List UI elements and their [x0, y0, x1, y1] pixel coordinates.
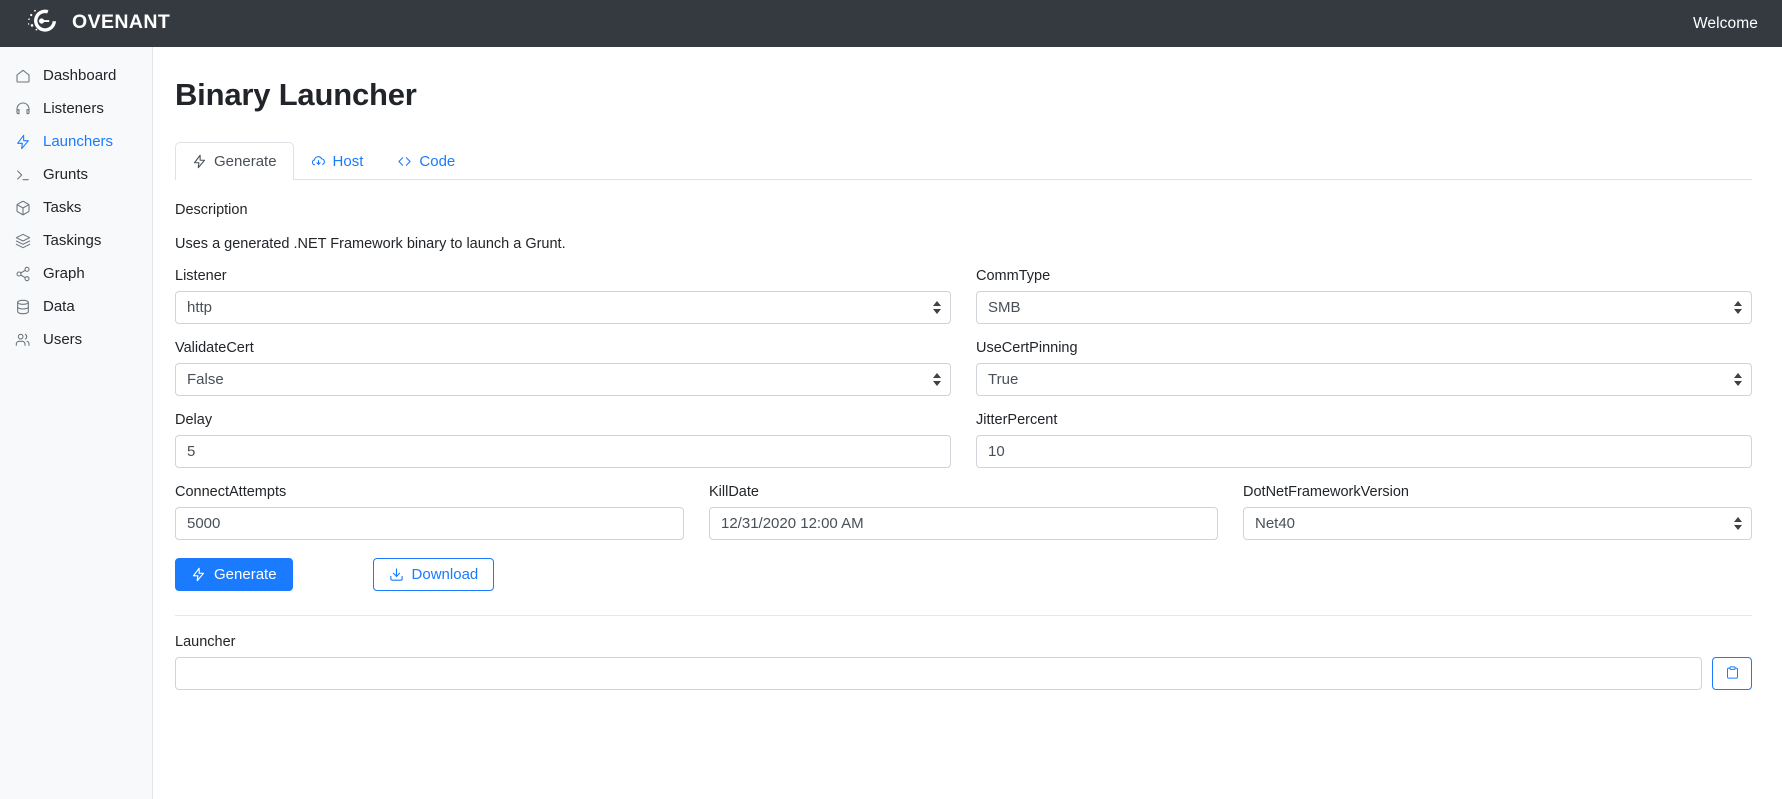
launcher-output-section: Launcher	[175, 634, 1752, 690]
users-icon	[14, 331, 31, 348]
sidebar-item-label: Users	[43, 331, 83, 348]
sidebar-item-dashboard[interactable]: Dashboard	[0, 59, 152, 92]
home-icon	[14, 67, 31, 84]
sidebar-item-label: Graph	[43, 265, 85, 282]
tab-generate[interactable]: Generate	[175, 142, 294, 180]
action-button-row: Generate Download	[175, 558, 1752, 591]
tab-label: Code	[419, 152, 456, 170]
zap-icon	[14, 133, 31, 150]
validatecert-select-wrap: False	[175, 363, 951, 396]
connectattempts-input[interactable]	[175, 507, 684, 540]
killdate-label: KillDate	[709, 484, 759, 500]
field-validatecert: ValidateCert False	[175, 340, 951, 396]
dotnetframeworkversion-select-wrap: Net40	[1243, 507, 1752, 540]
tab-code[interactable]: Code	[380, 142, 472, 180]
jitterpercent-input[interactable]	[976, 435, 1752, 468]
launcher-label: Launcher	[175, 634, 236, 650]
commtype-select-wrap: SMB	[976, 291, 1752, 324]
killdate-input[interactable]	[709, 507, 1218, 540]
download-button-label: Download	[411, 566, 479, 583]
main-content: Binary Launcher Generate Host Code Descr…	[153, 47, 1782, 799]
clipboard-icon	[1725, 665, 1740, 683]
top-navbar: OVENANT Welcome	[0, 0, 1782, 47]
form-row-listener-commtype: Listener http CommType SMB	[175, 268, 1752, 324]
page-title: Binary Launcher	[175, 77, 417, 112]
tab-host[interactable]: Host	[294, 142, 381, 180]
cloud-download-icon	[311, 154, 326, 169]
sidebar-item-taskings[interactable]: Taskings	[0, 224, 152, 257]
launcher-output-input[interactable]	[175, 657, 1702, 690]
field-listener: Listener http	[175, 268, 951, 324]
tab-label: Generate	[214, 152, 277, 170]
sidebar-item-launchers[interactable]: Launchers	[0, 125, 152, 158]
commtype-label: CommType	[976, 268, 1051, 284]
generate-button[interactable]: Generate	[175, 558, 293, 591]
form-row-delay-jitter: Delay JitterPercent	[175, 412, 1752, 468]
sidebar-item-label: Grunts	[43, 166, 89, 183]
dotnetframeworkversion-label: DotNetFrameworkVersion	[1243, 484, 1409, 500]
listener-select-wrap: http	[175, 291, 951, 324]
field-dotnetframeworkversion: DotNetFrameworkVersion Net40	[1243, 484, 1752, 540]
database-icon	[14, 298, 31, 315]
terminal-icon	[14, 166, 31, 183]
commtype-select[interactable]: SMB	[976, 291, 1752, 324]
sidebar-item-tasks[interactable]: Tasks	[0, 191, 152, 224]
headphones-icon	[14, 100, 31, 117]
sidebar-item-grunts[interactable]: Grunts	[0, 158, 152, 191]
svg-text:OVENANT: OVENANT	[72, 11, 170, 33]
delay-label: Delay	[175, 412, 213, 428]
layers-icon	[14, 232, 31, 249]
usecertpinning-select-wrap: True	[976, 363, 1752, 396]
validatecert-select[interactable]: False	[175, 363, 951, 396]
covenant-app-window: OVENANT Welcome Dashboard Listeners Laun…	[0, 0, 1782, 799]
description-label: Description	[175, 202, 248, 218]
launcher-input-row	[175, 657, 1752, 690]
validatecert-label: ValidateCert	[175, 340, 254, 356]
sidebar-item-label: Tasks	[43, 199, 82, 216]
code-icon	[397, 154, 412, 169]
sidebar-item-label: Taskings	[43, 232, 102, 249]
sidebar-item-label: Launchers	[43, 133, 114, 150]
sidebar-item-listeners[interactable]: Listeners	[0, 92, 152, 125]
delay-input[interactable]	[175, 435, 951, 468]
launcher-tabs: Generate Host Code	[175, 141, 1752, 180]
brand-logo-link[interactable]: OVENANT	[26, 6, 186, 41]
sidebar-item-label: Listeners	[43, 100, 104, 117]
covenant-logo-icon: OVENANT	[26, 6, 186, 41]
navbar-welcome-text: Welcome	[1692, 14, 1758, 32]
field-jitterpercent: JitterPercent	[976, 412, 1752, 468]
field-usecertpinning: UseCertPinning True	[976, 340, 1752, 396]
download-icon	[389, 567, 404, 582]
tab-label: Host	[332, 152, 364, 170]
jitterpercent-label: JitterPercent	[976, 412, 1058, 428]
form-row-connect-kill-framework: ConnectAttempts KillDate DotNetFramework…	[175, 484, 1752, 540]
sidebar-item-users[interactable]: Users	[0, 323, 152, 356]
sidebar-item-label: Data	[43, 298, 75, 315]
copy-to-clipboard-button[interactable]	[1712, 657, 1752, 690]
field-commtype: CommType SMB	[976, 268, 1752, 324]
zap-icon	[191, 567, 206, 582]
form-row-validatecert-usecertpinning: ValidateCert False UseCertPinning True	[175, 340, 1752, 396]
dotnetframeworkversion-select[interactable]: Net40	[1243, 507, 1752, 540]
zap-icon	[192, 154, 207, 169]
listener-label: Listener	[175, 268, 227, 284]
description-text: Uses a generated .NET Framework binary t…	[175, 236, 566, 252]
usecertpinning-select[interactable]: True	[976, 363, 1752, 396]
download-button[interactable]: Download	[372, 558, 495, 591]
field-connectattempts: ConnectAttempts	[175, 484, 684, 540]
usecertpinning-label: UseCertPinning	[976, 340, 1078, 356]
field-delay: Delay	[175, 412, 951, 468]
section-divider	[175, 615, 1752, 616]
sidebar-item-graph[interactable]: Graph	[0, 257, 152, 290]
sidebar-nav: Dashboard Listeners Launchers Grunts Tas…	[0, 47, 153, 799]
field-killdate: KillDate	[709, 484, 1218, 540]
connectattempts-label: ConnectAttempts	[175, 484, 287, 500]
share-icon	[14, 265, 31, 282]
sidebar-item-label: Dashboard	[43, 67, 117, 84]
sidebar-item-data[interactable]: Data	[0, 290, 152, 323]
box-icon	[14, 199, 31, 216]
generate-button-label: Generate	[214, 566, 277, 583]
listener-select[interactable]: http	[175, 291, 951, 324]
